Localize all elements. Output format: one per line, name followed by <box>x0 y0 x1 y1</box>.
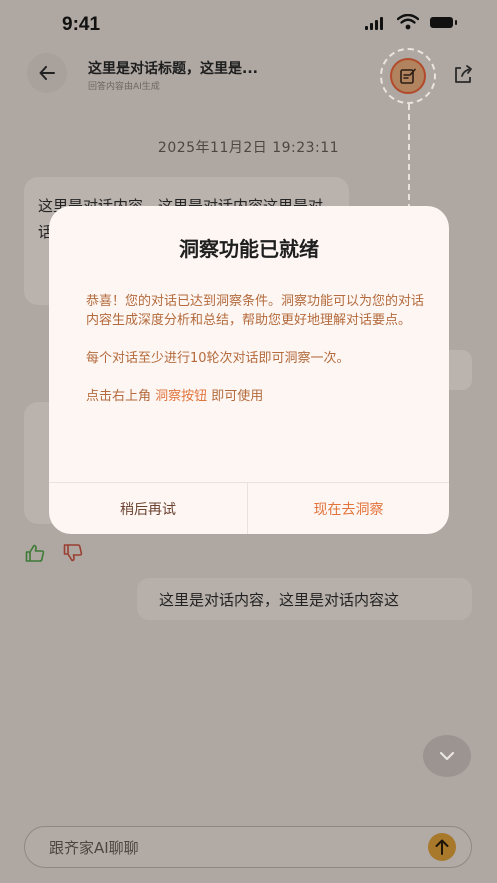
go-insight-button[interactable]: 现在去洞察 <box>248 483 449 534</box>
dialog-paragraph-2: 每个对话至少进行10轮次对话即可洞察一次。 <box>86 351 350 366</box>
dialog-hint-suffix: 即可使用 <box>207 389 264 404</box>
battery-icon <box>430 17 457 28</box>
back-button[interactable] <box>27 53 67 93</box>
feedback-row <box>25 544 83 562</box>
chat-screen: 9:41 这里是对话标题，这里是... 回答内容由AI生成 2025年11月2日… <box>0 0 497 883</box>
status-time: 9:41 <box>62 14 101 35</box>
chat-input-bar <box>24 826 472 868</box>
dialog-hint-highlight: 洞察按钮 <box>155 389 208 404</box>
dialog-title: 洞察功能已就绪 <box>179 237 319 261</box>
chat-timestamp: 2025年11月2日 19:23:11 <box>157 140 340 156</box>
chevron-down-icon <box>439 751 455 761</box>
send-button[interactable] <box>428 833 456 861</box>
dialog-body: 恭喜！您的对话已达到洞察条件。洞察功能可以为您的对话内容生成深度分析和总结，帮助… <box>86 292 426 425</box>
thumbs-down-icon[interactable] <box>63 544 83 562</box>
ai-disclaimer: 回答内容由AI生成 <box>88 82 160 92</box>
insight-ready-dialog: 洞察功能已就绪 恭喜！您的对话已达到洞察条件。洞察功能可以为您的对话内容生成深度… <box>49 206 449 534</box>
share-icon[interactable] <box>452 64 474 86</box>
try-later-button[interactable]: 稍后再试 <box>49 483 247 534</box>
dialog-paragraph-1: 恭喜！您的对话已达到洞察条件。洞察功能可以为您的对话内容生成深度分析和总结，帮助… <box>86 294 425 328</box>
arrow-up-icon <box>435 839 449 855</box>
edit-note-icon <box>400 68 416 84</box>
thumbs-up-icon[interactable] <box>25 544 45 562</box>
dialog-hint-prefix: 点击右上角 <box>86 389 156 404</box>
page-title: 这里是对话标题，这里是... <box>88 61 258 77</box>
arrow-left-icon <box>39 66 55 80</box>
wifi-icon <box>397 14 419 30</box>
user-message-text: 这里是对话内容，这里是对话内容这 <box>159 590 400 609</box>
chat-input[interactable] <box>47 836 411 860</box>
insight-button[interactable] <box>390 58 426 94</box>
dialog-paragraph-3: 点击右上角 洞察按钮 即可使用 <box>86 387 426 406</box>
user-message-bubble: 这里是对话内容，这里是对话内容这 <box>137 578 472 620</box>
signal-icon <box>365 16 383 30</box>
scroll-to-bottom-button[interactable] <box>423 735 471 777</box>
status-bar: 9:41 <box>0 0 497 50</box>
guide-dotted-line <box>408 104 410 210</box>
